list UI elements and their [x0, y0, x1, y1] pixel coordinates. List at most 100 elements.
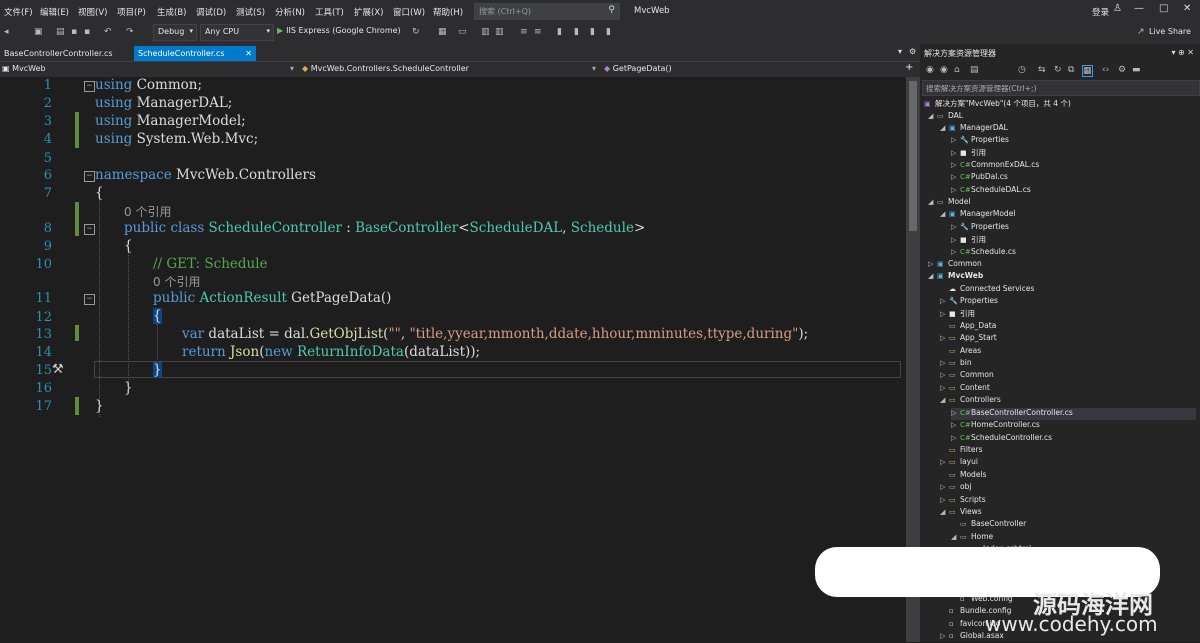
- class-dropdown[interactable]: ◆ MvcWeb.Controllers.ScheduleController: [302, 64, 469, 73]
- menu-edit[interactable]: 编辑(E): [40, 6, 69, 18]
- close-icon[interactable]: ✕: [1183, 3, 1191, 14]
- menu-project[interactable]: 项目(P): [117, 6, 146, 18]
- search-icon[interactable]: ⚲: [608, 5, 615, 15]
- tree-item-folder[interactable]: ▭ BaseController: [951, 519, 1026, 531]
- menu-file[interactable]: 文件(F): [4, 6, 33, 18]
- view-code-icon[interactable]: ‹›: [1102, 65, 1109, 75]
- save-all-icon[interactable]: ▪: [84, 27, 90, 37]
- tree-item-folder[interactable]: ▷ ▭ Content: [940, 383, 990, 395]
- bookmark-prev-icon[interactable]: ▮: [574, 27, 579, 37]
- login-link[interactable]: 登录: [1092, 6, 1109, 18]
- tree-item-mvcweb[interactable]: ◢ ▣ MvcWeb: [928, 271, 983, 283]
- tree-item-managermodel[interactable]: ◢ ▣ ManagerModel: [940, 209, 1015, 221]
- refresh-icon[interactable]: ↻: [1054, 65, 1062, 75]
- comment-icon[interactable]: ≡: [520, 27, 528, 37]
- refresh-icon[interactable]: ↻: [412, 27, 420, 37]
- expand-icon[interactable]: ▷: [940, 483, 949, 491]
- expand-icon[interactable]: ▷: [951, 409, 960, 417]
- expand-icon[interactable]: ▷: [951, 223, 960, 231]
- config-select[interactable]: Debug ▾: [153, 24, 197, 41]
- expand-icon[interactable]: ▷: [940, 371, 949, 379]
- close-tab-icon[interactable]: ✕: [245, 46, 252, 61]
- live-share-icon[interactable]: ↗: [1137, 27, 1145, 37]
- tree-item-folder[interactable]: ◢ ▭ Home: [951, 532, 993, 544]
- tab-base-controller[interactable]: BaseControllerController.cs: [0, 46, 136, 61]
- bookmark-icon[interactable]: ▮: [557, 27, 562, 37]
- collapse-icon[interactable]: −: [84, 171, 95, 182]
- expand-icon[interactable]: ▷: [940, 632, 949, 640]
- collapse-icon[interactable]: −: [84, 294, 95, 305]
- menu-extensions[interactable]: 扩展(X): [354, 6, 383, 18]
- expand-icon[interactable]: ▷: [951, 161, 960, 169]
- tree-item-file-selected[interactable]: ▷ C#BaseControllerController.cs: [951, 408, 1196, 420]
- tree-item-properties[interactable]: ▷ 🔧 Properties: [951, 222, 1009, 234]
- tree-item-folder[interactable]: ▭ Filters: [940, 445, 982, 457]
- tree-item-managerdal[interactable]: ◢ ▣ ManagerDAL: [940, 123, 1008, 135]
- menu-help[interactable]: 帮助(H): [433, 6, 463, 18]
- minimize-icon[interactable]: —: [1134, 3, 1144, 14]
- expand-icon[interactable]: ▷: [951, 136, 960, 144]
- menu-view[interactable]: 视图(V): [78, 6, 107, 18]
- tree-item-folder[interactable]: ▷ ▭ App_Start: [940, 333, 997, 345]
- menu-build[interactable]: 生成(B): [157, 6, 186, 18]
- expand-icon[interactable]: ◢: [940, 210, 949, 218]
- tree-item-references[interactable]: ▷ ■ 引用: [951, 147, 986, 159]
- tab-dropdown-icon[interactable]: ▾: [898, 47, 902, 56]
- solution-search-input[interactable]: 搜索解决方案资源管理器(Ctrl+;): [922, 80, 1200, 96]
- tree-item-file[interactable]: ▷ C#ScheduleDAL.cs: [951, 185, 1031, 197]
- browser-icon[interactable]: ▦: [438, 27, 447, 37]
- expand-icon[interactable]: ▷: [951, 434, 960, 442]
- expand-icon[interactable]: ◢: [940, 124, 949, 132]
- menu-test[interactable]: 测试(S): [236, 6, 265, 18]
- tree-item-folder[interactable]: ▭ Models: [940, 470, 986, 482]
- method-dropdown[interactable]: ◆ GetPageData(): [604, 64, 672, 73]
- bookmark-clear-icon[interactable]: ▮: [606, 27, 611, 37]
- tree-item-folder[interactable]: ▭ Areas: [940, 346, 981, 358]
- expand-icon[interactable]: ◢: [940, 508, 949, 516]
- expand-icon[interactable]: ▷: [940, 359, 949, 367]
- back-icon[interactable]: ◂: [4, 27, 9, 37]
- properties-icon[interactable]: ⚙: [1118, 65, 1126, 75]
- tree-item-file[interactable]: ▷ C#ScheduleController.cs: [951, 433, 1052, 445]
- expand-icon[interactable]: ▷: [951, 149, 960, 157]
- show-all-files-icon[interactable]: ▦: [1082, 65, 1093, 77]
- expand-icon[interactable]: ▷: [940, 334, 949, 342]
- tree-item-references[interactable]: ▷ ■ 引用: [940, 308, 975, 320]
- bookmark-next-icon[interactable]: ▮: [590, 27, 595, 37]
- preview-icon[interactable]: ▬: [1132, 65, 1141, 75]
- open-icon[interactable]: ▤: [56, 27, 65, 37]
- tree-item-common-project[interactable]: ▷ ▣ Common: [928, 259, 982, 271]
- menu-analyze[interactable]: 分析(N): [275, 6, 305, 18]
- expand-icon[interactable]: ◢: [928, 112, 937, 120]
- new-project-icon[interactable]: ▣: [34, 27, 43, 37]
- redo-icon[interactable]: ↷: [126, 27, 134, 37]
- tree-item-dal-folder[interactable]: ◢ ▭ DAL: [928, 111, 963, 123]
- quick-actions-icon[interactable]: ⚒: [52, 362, 64, 377]
- platform-select[interactable]: Any CPU ▾: [200, 24, 274, 41]
- expand-icon[interactable]: ▷: [951, 248, 960, 256]
- settings-icon[interactable]: ⚙: [909, 47, 916, 56]
- expand-icon[interactable]: ▷: [940, 384, 949, 392]
- menu-debug[interactable]: 调试(D): [196, 6, 226, 18]
- pending-changes-icon[interactable]: ◷: [1018, 65, 1026, 75]
- collapse-all-icon[interactable]: ⧉: [1068, 65, 1074, 75]
- split-editor-icon[interactable]: +: [905, 62, 913, 73]
- tree-item-folder[interactable]: ▷ ▭ bin: [940, 358, 972, 370]
- home-icon[interactable]: ⌂: [954, 65, 960, 75]
- expand-icon[interactable]: ▷: [940, 297, 949, 305]
- menu-window[interactable]: 窗口(W): [393, 6, 425, 18]
- tree-item-views[interactable]: ◢ ▭ Views: [940, 507, 982, 519]
- code-editor[interactable]: 1 2 3 4 5 6 7 8 9 10 11 12 13 14 15 16 1…: [0, 77, 906, 642]
- toolbar-icon[interactable]: ▥: [495, 27, 504, 37]
- menu-tools[interactable]: 工具(T): [315, 6, 344, 18]
- collapse-icon[interactable]: −: [84, 224, 95, 235]
- expand-icon[interactable]: ▷: [951, 173, 960, 181]
- tree-item-properties[interactable]: ▷ 🔧 Properties: [940, 296, 998, 308]
- restore-icon[interactable]: □: [1159, 3, 1168, 14]
- live-share-button[interactable]: Live Share: [1149, 27, 1191, 36]
- toolbar-icon[interactable]: ▥: [481, 27, 490, 37]
- expand-icon[interactable]: ◢: [928, 272, 937, 280]
- expand-icon[interactable]: ▷: [940, 496, 949, 504]
- tree-item-file[interactable]: ▷ C#PubDal.cs: [951, 172, 1008, 184]
- expand-icon[interactable]: ◢: [951, 533, 960, 541]
